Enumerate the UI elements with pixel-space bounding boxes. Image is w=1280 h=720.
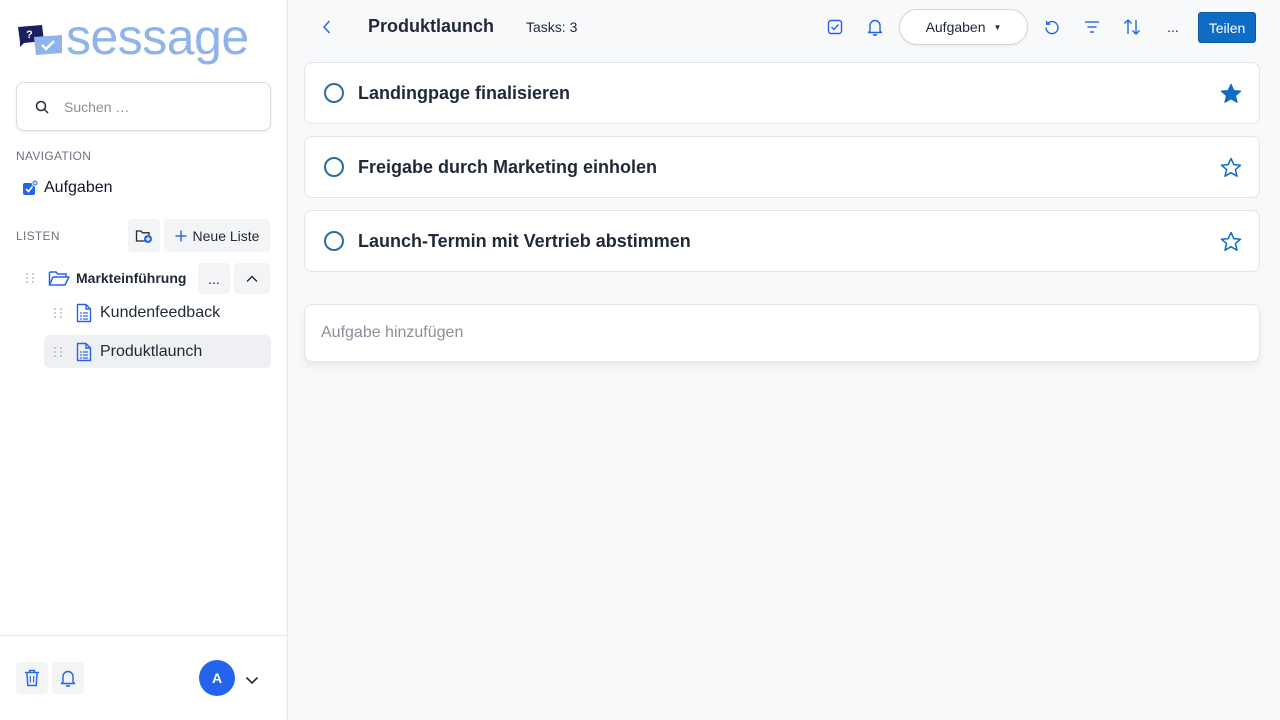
toggle-completed-button[interactable] [822,14,848,40]
bell-icon [867,19,883,36]
logo-mark-icon: ? [16,23,64,59]
list-item-kundenfeedback[interactable]: Kundenfeedback [54,297,220,329]
share-button[interactable]: Teilen [1198,12,1256,43]
task-title[interactable]: Freigabe durch Marketing einholen [358,157,1220,178]
plus-icon [175,230,187,241]
notifications-button[interactable] [52,662,84,694]
chevron-left-icon [323,20,331,34]
sidebar: ? sessage NAVIGATION Aufgaben LISTEN [0,0,288,720]
star-outline-icon[interactable] [1220,157,1242,178]
nav-item-aufgaben[interactable]: Aufgaben [22,176,113,200]
bell-icon [60,670,76,687]
task-item[interactable]: Landingpage finalisieren [304,62,1260,124]
folder-more-button[interactable]: ... [198,263,230,294]
folder-collapse-button[interactable] [234,263,270,294]
logo-text: sessage [66,9,249,65]
search-input[interactable] [64,98,254,115]
task-item[interactable]: Launch-Termin mit Vertrieb abstimmen [304,210,1260,272]
navigation-heading: NAVIGATION [16,149,92,163]
list-item-label: Kundenfeedback [100,304,221,321]
svg-text:?: ? [26,29,33,41]
trash-icon [25,669,39,687]
page-title: Produktlaunch [368,16,495,36]
task-add-icon [23,180,38,195]
task-checkbox[interactable] [324,157,344,177]
task-title[interactable]: Landingpage finalisieren [358,83,1220,104]
chevron-down-icon [245,676,259,685]
document-list-icon [76,342,92,361]
caret-down-icon: ▼ [993,22,1002,32]
back-button[interactable] [314,14,340,40]
search-box[interactable] [16,82,271,131]
refresh-icon [1045,20,1059,35]
sort-icon [1124,19,1140,35]
list-item-label: Produktlaunch [100,342,203,360]
chevron-up-icon [246,275,258,282]
app-logo[interactable]: ? sessage [16,9,249,68]
drag-handle-icon[interactable] [54,345,64,359]
view-dropdown-value: Aufgaben [925,19,986,35]
drag-handle-icon[interactable] [26,271,36,285]
reminder-button[interactable] [862,14,888,40]
checkbox-icon [827,19,843,35]
add-task-box[interactable] [304,304,1260,362]
user-menu-toggle[interactable] [245,672,261,685]
search-icon [35,100,49,114]
drag-handle-icon[interactable] [54,306,64,320]
refresh-button[interactable] [1039,14,1065,40]
folder-open-icon [48,271,70,286]
more-options-button[interactable]: ... [1160,14,1186,40]
trash-button[interactable] [16,662,48,694]
filter-button[interactable] [1079,14,1105,40]
star-outline-icon[interactable] [1220,231,1242,252]
document-list-icon [76,303,92,323]
filter-icon [1085,21,1099,33]
new-list-button[interactable]: Neue Liste [164,219,270,252]
task-title[interactable]: Launch-Termin mit Vertrieb abstimmen [358,231,1220,252]
task-count: Tasks: 3 [526,19,578,35]
add-task-input[interactable] [321,324,1221,342]
nav-item-label: Aufgaben [44,179,113,196]
user-avatar[interactable]: A [199,660,235,696]
new-list-label: Neue Liste [192,227,260,244]
list-item-produktlaunch[interactable]: Produktlaunch [44,335,271,368]
task-item[interactable]: Freigabe durch Marketing einholen [304,136,1260,198]
folder-row[interactable]: Markteinführung [26,262,194,294]
task-checkbox[interactable] [324,231,344,251]
folder-add-icon [135,229,152,243]
lists-heading: LISTEN [16,229,60,243]
main-content: Produktlaunch Tasks: 3 Aufgaben ▼ ... Te… [288,0,1280,720]
sort-button[interactable] [1119,14,1145,40]
view-dropdown[interactable]: Aufgaben ▼ [899,9,1028,45]
folder-label: Markteinführung [76,270,187,286]
new-folder-button[interactable] [128,219,160,252]
toolbar: Produktlaunch Tasks: 3 Aufgaben ▼ ... Te… [288,0,1280,54]
task-checkbox[interactable] [324,83,344,103]
star-filled-icon[interactable] [1220,83,1242,104]
